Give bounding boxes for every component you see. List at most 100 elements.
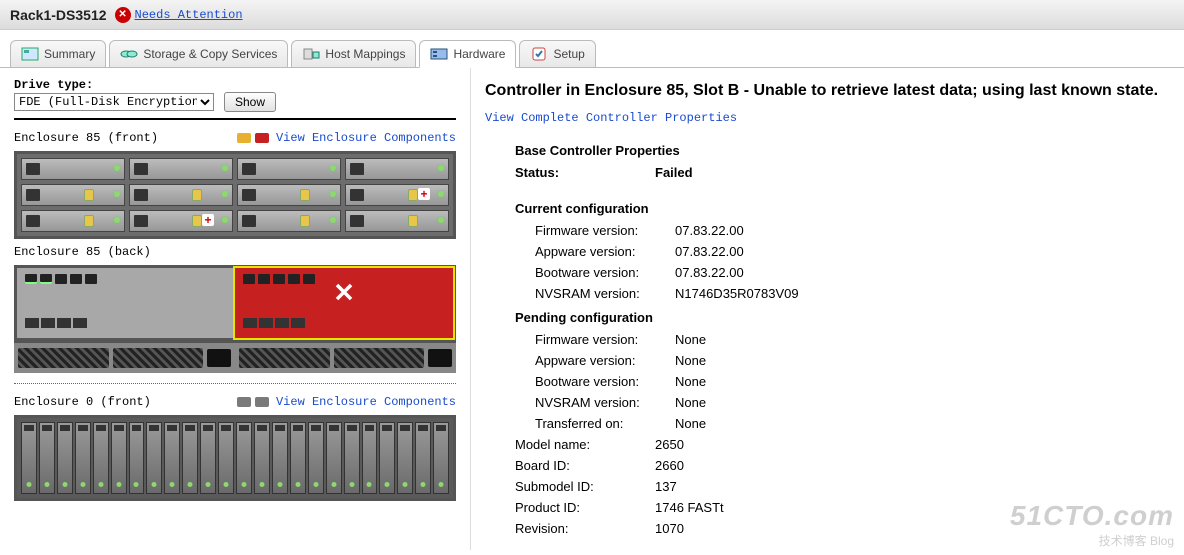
setup-icon xyxy=(530,47,548,61)
properties-pane: Controller in Enclosure 85, Slot B - Una… xyxy=(470,68,1184,550)
failed-icon: ✕ xyxy=(333,277,355,308)
summary-icon xyxy=(21,47,39,61)
property-value: None xyxy=(675,332,706,347)
drive-bay[interactable] xyxy=(345,210,449,232)
drive-slot[interactable] xyxy=(218,422,234,494)
drive-slot[interactable] xyxy=(254,422,270,494)
lock-icon xyxy=(192,189,202,201)
drive-slot[interactable] xyxy=(308,422,324,494)
tab-host-mappings[interactable]: Host Mappings xyxy=(291,40,416,68)
enclosure-85-back-title: Enclosure 85 (back) xyxy=(14,245,151,259)
property-value: N1746D35R0783V09 xyxy=(675,286,799,301)
error-icon xyxy=(255,133,269,143)
property-row: Revision:1070 xyxy=(485,518,1170,539)
drive-slot[interactable] xyxy=(415,422,431,494)
property-row: NVSRAM version:None xyxy=(485,392,1170,413)
tab-label: Setup xyxy=(553,47,584,61)
drive-bay[interactable] xyxy=(237,184,341,206)
drive-slot[interactable] xyxy=(344,422,360,494)
tab-summary[interactable]: Summary xyxy=(10,40,106,68)
drive-slot[interactable] xyxy=(362,422,378,494)
status-value: Failed xyxy=(655,165,693,180)
drive-slot[interactable] xyxy=(326,422,342,494)
enclosure-status-icons xyxy=(237,394,272,408)
drive-slot[interactable] xyxy=(236,422,252,494)
property-row: Product ID:1746 FASTt xyxy=(485,497,1170,518)
property-label: Submodel ID: xyxy=(515,479,655,494)
view-complete-properties-link[interactable]: View Complete Controller Properties xyxy=(485,111,737,125)
drive-type-label: Drive type: xyxy=(14,78,456,92)
property-value: None xyxy=(675,416,706,431)
property-label: Board ID: xyxy=(515,458,655,473)
drive-bay[interactable] xyxy=(21,158,125,180)
property-value: 07.83.22.00 xyxy=(675,244,744,259)
drive-slot[interactable] xyxy=(182,422,198,494)
controller-slot-b[interactable]: ✕ xyxy=(235,268,453,338)
drive-bay[interactable] xyxy=(237,158,341,180)
lock-icon xyxy=(408,189,418,201)
drive-slot[interactable] xyxy=(21,422,37,494)
hotspare-icon xyxy=(202,214,214,226)
drive-slot[interactable] xyxy=(111,422,127,494)
power-supply[interactable] xyxy=(14,341,235,373)
main-content: Drive type: FDE (Full-Disk Encryption) S… xyxy=(0,67,1184,550)
tab-storage[interactable]: Storage & Copy Services xyxy=(109,40,288,68)
drive-slot[interactable] xyxy=(57,422,73,494)
drive-slot[interactable] xyxy=(272,422,288,494)
tab-hardware[interactable]: Hardware xyxy=(419,40,516,68)
drive-slot[interactable] xyxy=(164,422,180,494)
drive-slot[interactable] xyxy=(433,422,449,494)
drive-slot[interactable] xyxy=(290,422,306,494)
drive-bay[interactable] xyxy=(129,184,233,206)
status-label: Status: xyxy=(515,165,655,180)
drive-bay[interactable] xyxy=(21,210,125,232)
lock-icon xyxy=(84,215,94,227)
enclosure-85-front-chassis[interactable] xyxy=(14,151,456,239)
drive-slot[interactable] xyxy=(129,422,145,494)
view-enclosure-components-link[interactable]: View Enclosure Components xyxy=(276,395,456,409)
device-name: Rack1-DS3512 xyxy=(10,7,107,23)
enclosure-0-front-chassis[interactable] xyxy=(14,415,456,501)
property-row: Transferred on:None xyxy=(485,413,1170,434)
lock-icon xyxy=(300,215,310,227)
property-row: Firmware version:07.83.22.00 xyxy=(485,220,1170,241)
drive-bay[interactable] xyxy=(21,184,125,206)
property-value: 137 xyxy=(655,479,677,494)
enclosure-85-front-title: Enclosure 85 (front) xyxy=(14,131,158,145)
base-controller-heading: Base Controller Properties xyxy=(485,137,1170,162)
host-icon xyxy=(302,47,320,61)
drive-slot[interactable] xyxy=(146,422,162,494)
current-config-heading: Current configuration xyxy=(485,195,1170,220)
tab-label: Hardware xyxy=(453,47,505,61)
view-enclosure-components-link[interactable]: View Enclosure Components xyxy=(276,131,456,145)
property-value: None xyxy=(675,374,706,389)
drive-slot[interactable] xyxy=(379,422,395,494)
attention-icon: ✕ xyxy=(115,7,131,23)
drive-bay[interactable] xyxy=(345,184,449,206)
property-value: 1746 FASTt xyxy=(655,500,724,515)
drive-slot[interactable] xyxy=(93,422,109,494)
property-row: Board ID:2660 xyxy=(485,455,1170,476)
drive-slot[interactable] xyxy=(75,422,91,494)
property-label: Transferred on: xyxy=(535,416,675,431)
drive-type-select[interactable]: FDE (Full-Disk Encryption) xyxy=(14,93,214,111)
property-row: Appware version:None xyxy=(485,350,1170,371)
property-label: Revision: xyxy=(515,521,655,536)
tab-bar: Summary Storage & Copy Services Host Map… xyxy=(0,30,1184,68)
drive-slot[interactable] xyxy=(397,422,413,494)
power-supply[interactable] xyxy=(235,341,456,373)
drive-bay[interactable] xyxy=(237,210,341,232)
property-row: Firmware version:None xyxy=(485,329,1170,350)
drive-bay[interactable] xyxy=(129,158,233,180)
show-button[interactable]: Show xyxy=(224,92,276,112)
hotspare-icon xyxy=(418,188,430,200)
property-label: NVSRAM version: xyxy=(535,395,675,410)
drive-bay[interactable] xyxy=(129,210,233,232)
drive-slot[interactable] xyxy=(39,422,55,494)
status-icon xyxy=(255,397,269,407)
controller-slot-a[interactable] xyxy=(17,268,235,338)
needs-attention-link[interactable]: Needs Attention xyxy=(135,8,243,22)
drive-bay[interactable] xyxy=(345,158,449,180)
drive-slot[interactable] xyxy=(200,422,216,494)
tab-setup[interactable]: Setup xyxy=(519,40,595,68)
